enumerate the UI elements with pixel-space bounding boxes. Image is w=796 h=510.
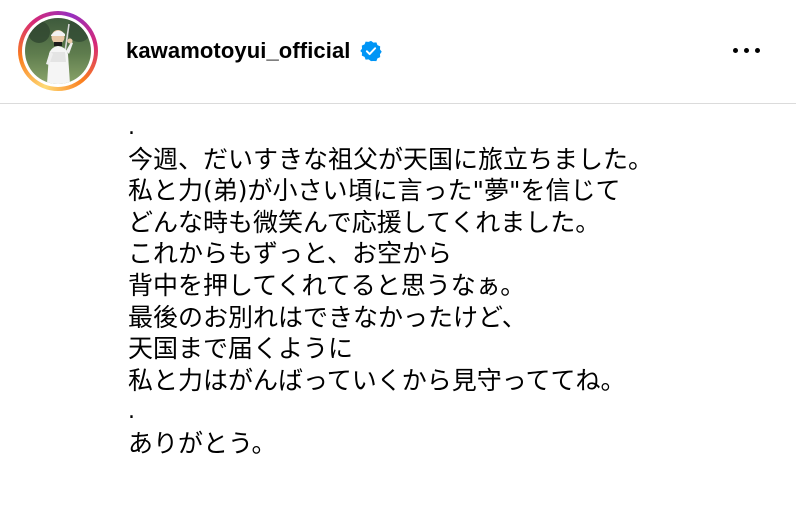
more-options-icon [743,47,749,53]
story-ring[interactable] [18,11,98,91]
caption-line: 私と力はがんばっていくから見守っててね。 [128,365,626,395]
caption-line: 背中を押してくれてると思うなぁ。 [128,270,526,300]
more-options-icon [754,47,760,53]
post-caption: . 今週、だいすきな祖父が天国に旅立ちました。 私と力(弟)が小さい頃に言った"… [128,112,788,460]
verified-badge-icon [359,40,382,62]
avatar-frame [22,15,94,87]
caption-line: 最後のお別れはできなかったけど、 [128,302,527,332]
caption-line: 私と力(弟)が小さい頃に言った"夢"を信じて [128,176,621,206]
avatar[interactable] [25,18,91,84]
caption-line: . [128,399,135,425]
more-options-button[interactable] [722,34,770,66]
post-header: kawamotoyui_official [0,0,796,104]
username-link[interactable]: kawamotoyui_official [126,38,351,64]
caption-line: ありがとう。 [128,428,277,458]
caption-line: どんな時も微笑んで応援してくれました。 [128,207,601,237]
caption-line: 天国まで届くように [128,334,354,364]
caption-line: これからもずっと、お空から [128,239,453,269]
caption-line: 今週、だいすきな祖父が天国に旅立ちました。 [128,144,654,174]
username-area: kawamotoyui_official [126,33,382,69]
caption-line: . [128,115,135,140]
more-options-icon [732,47,738,53]
